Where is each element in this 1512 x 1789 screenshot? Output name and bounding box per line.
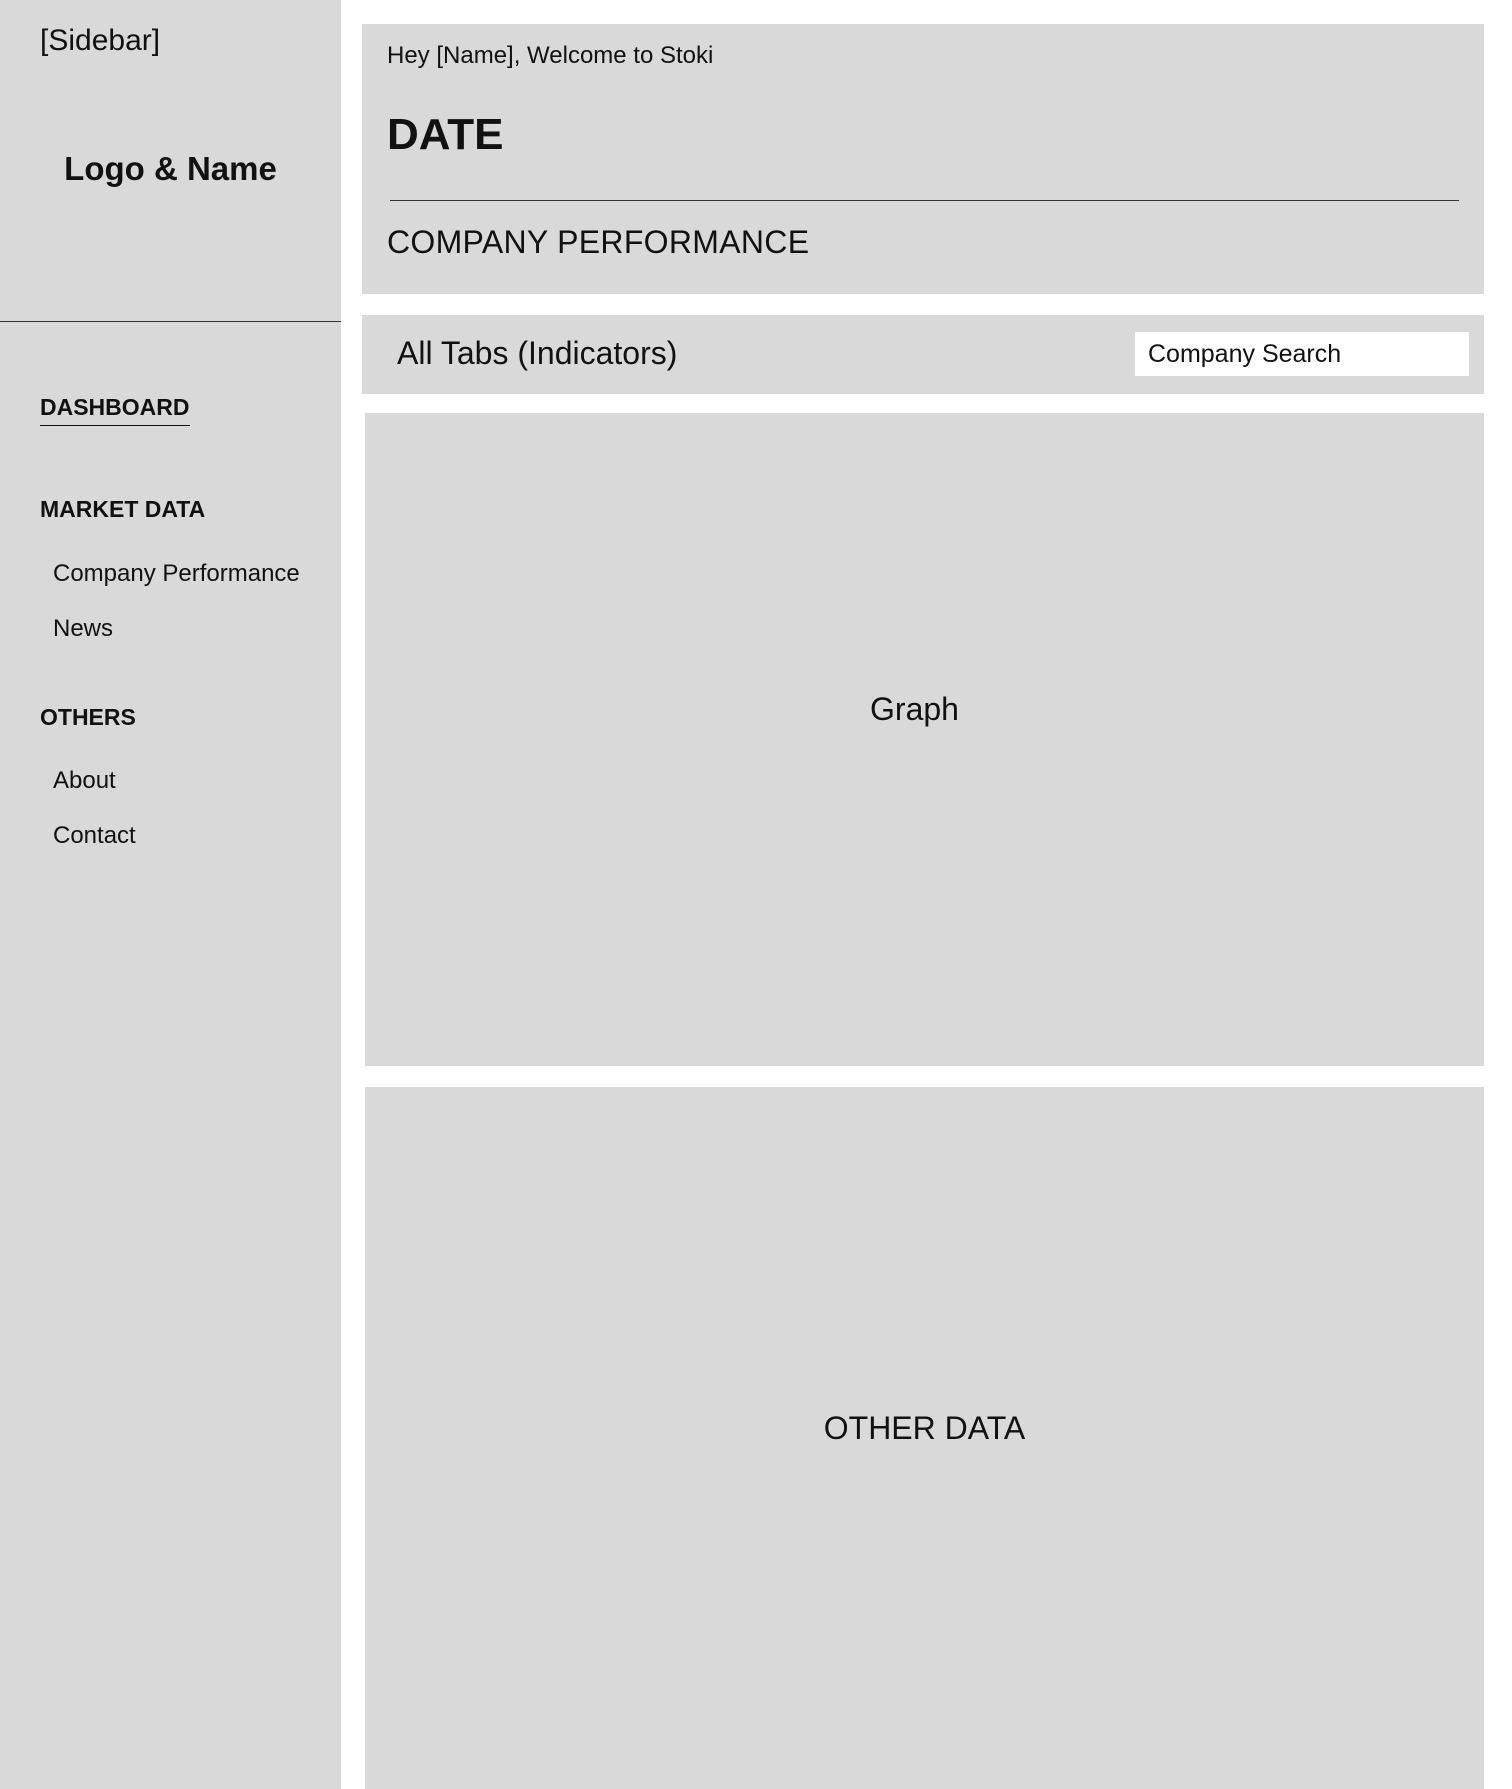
sidebar: [Sidebar] Logo & Name DASHBOARD MARKET D… (0, 0, 341, 1789)
date-title: DATE (387, 110, 504, 159)
sidebar-item-news[interactable]: News (53, 615, 113, 643)
sidebar-item-contact[interactable]: Contact (53, 822, 136, 850)
sidebar-placeholder-label: [Sidebar] (40, 24, 161, 57)
sidebar-item-company-performance[interactable]: Company Performance (53, 560, 300, 588)
other-data-placeholder-label: OTHER DATA (823, 1410, 1026, 1446)
sidebar-item-about[interactable]: About (53, 767, 116, 795)
other-data-panel: OTHER DATA (365, 1087, 1484, 1789)
tabs-toolbar: All Tabs (Indicators) (362, 315, 1484, 394)
tab-all-indicators[interactable]: All Tabs (Indicators) (397, 335, 677, 372)
sidebar-divider (0, 321, 341, 322)
graph-placeholder-label: Graph (870, 691, 959, 727)
welcome-greeting: Hey [Name], Welcome to Stoki (387, 42, 714, 69)
sidebar-item-dashboard[interactable]: DASHBOARD (40, 394, 190, 426)
sidebar-section-market-data: MARKET DATA (40, 496, 206, 522)
sidebar-section-others: OTHERS (40, 704, 136, 730)
graph-panel: Graph (365, 413, 1484, 1066)
header-divider (390, 200, 1459, 201)
header-panel: Hey [Name], Welcome to Stoki DATE COMPAN… (362, 24, 1484, 294)
logo-and-name[interactable]: Logo & Name (0, 150, 341, 188)
page-subtitle: COMPANY PERFORMANCE (387, 224, 810, 260)
page: [Sidebar] Logo & Name DASHBOARD MARKET D… (0, 0, 1512, 1789)
company-search-input[interactable] (1135, 332, 1469, 376)
